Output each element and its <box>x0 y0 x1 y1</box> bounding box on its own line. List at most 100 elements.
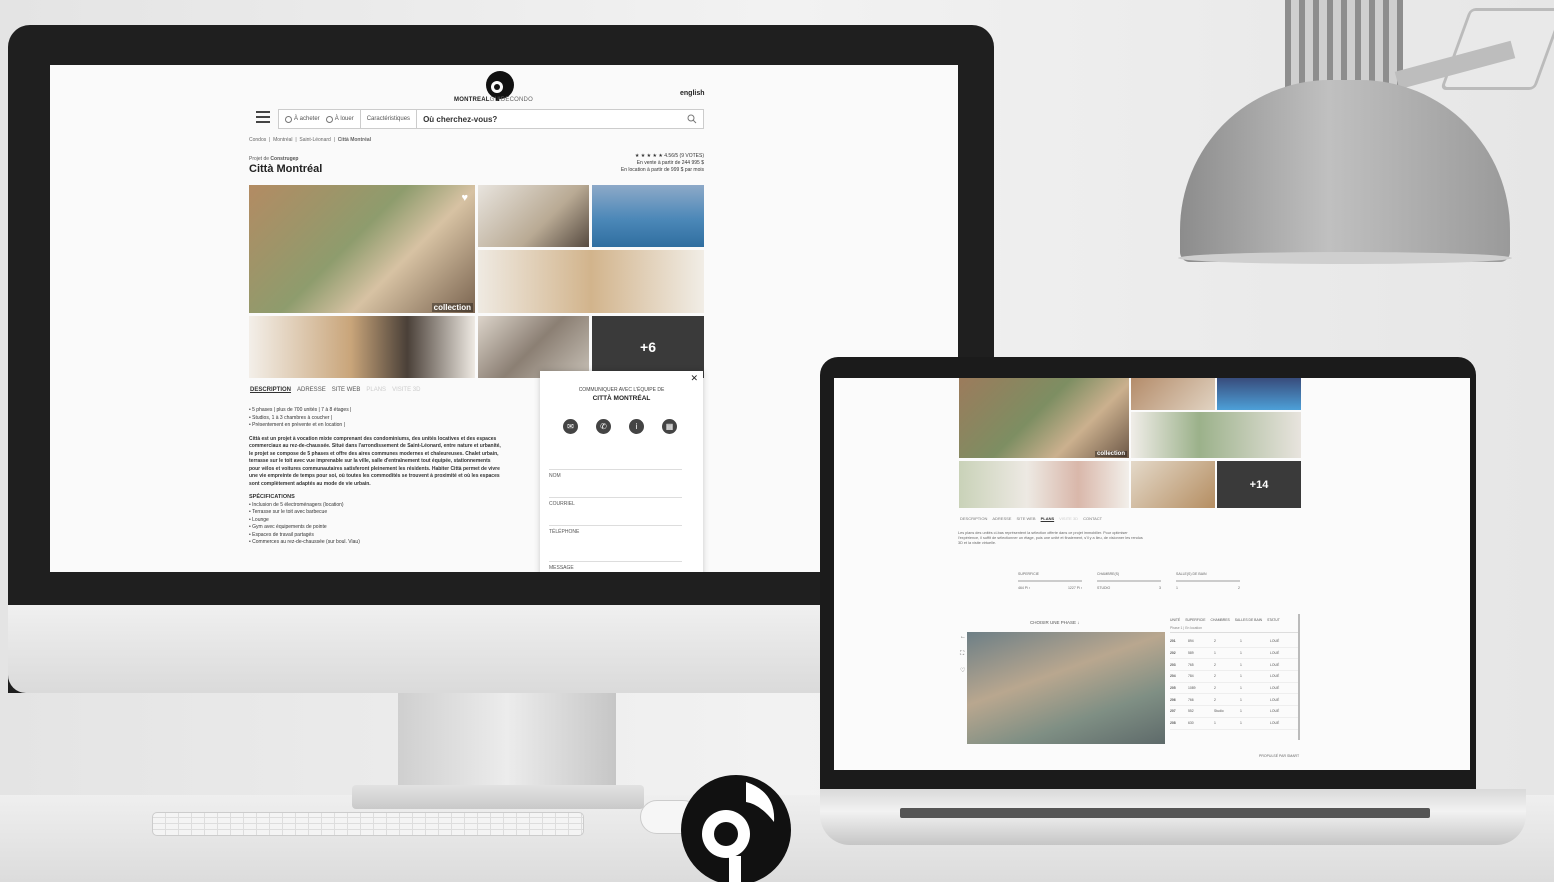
gallery-photo[interactable] <box>1131 461 1215 508</box>
gallery-photo[interactable] <box>478 250 704 313</box>
table-row[interactable]: 208 630 1 1 LOUÉ <box>1170 718 1298 730</box>
contact-heading: COMMUNIQUER AVEC L'ÉQUIPE DE <box>578 387 665 393</box>
table-cell: 1 <box>1240 639 1242 644</box>
table-cell: 204 <box>1170 674 1176 679</box>
page-title: Città Montréal <box>249 163 323 175</box>
site-brand[interactable]: MONTREALGUIDECONDO <box>454 97 533 103</box>
gallery-main-photo[interactable]: collection <box>959 378 1129 458</box>
table-cell: 1 <box>1240 662 1242 667</box>
table-cell: 2 <box>1214 639 1216 644</box>
phone-field[interactable]: TÉLÉPHONE <box>549 525 682 535</box>
phone-icon[interactable]: ✆ <box>596 419 611 434</box>
table-cell: LOUÉ <box>1270 662 1280 667</box>
fullscreen-icon[interactable]: ⛶ <box>960 651 964 658</box>
tab-contact[interactable]: CONTACT <box>1083 516 1102 521</box>
tab-address[interactable]: ADRESSE <box>992 516 1011 521</box>
gallery-photo[interactable] <box>592 185 704 247</box>
col-unit[interactable]: UNITÉ <box>1170 618 1180 622</box>
language-link[interactable]: english <box>680 90 705 97</box>
message-field[interactable]: MESSAGE <box>549 561 682 571</box>
breadcrumb-city[interactable]: Montréal <box>273 137 292 143</box>
col-bathrooms[interactable]: SALLES DE BAIN <box>1235 618 1262 622</box>
phase-select[interactable]: Phase 1 | En location <box>1170 626 1298 633</box>
table-cell: 1 <box>1240 651 1242 656</box>
bathrooms-slider[interactable]: SALLE(S) DE BAIN 1 2 <box>1176 572 1240 590</box>
table-row[interactable]: 207 552 Studio 1 LOUÉ <box>1170 706 1298 718</box>
gallery-more-button[interactable]: +14 <box>1217 461 1301 508</box>
star-icon: ★ ★ ★ ★ ★ <box>634 153 663 159</box>
calendar-icon[interactable]: ▦ <box>662 419 677 434</box>
radio-buy[interactable]: À acheter <box>285 115 320 123</box>
developer-prefix: Projet de <box>249 156 270 162</box>
name-field[interactable]: NOM <box>549 469 682 479</box>
email-field[interactable]: COURRIEL <box>549 497 682 507</box>
rent-price: En location à partir de 999 $ par mois <box>620 167 704 173</box>
table-row[interactable]: 201 894 2 1 LOUÉ <box>1170 636 1298 648</box>
table-row[interactable]: 203 765 2 1 LOUÉ <box>1170 659 1298 672</box>
list-item: Lounge <box>249 517 501 525</box>
breadcrumb-condos[interactable]: Condos <box>249 137 266 143</box>
col-bedrooms[interactable]: CHAMBRES <box>1211 618 1230 622</box>
search-input[interactable]: Où cherchez-vous? <box>423 115 687 124</box>
tab-website[interactable]: SITE WEB <box>1016 516 1035 521</box>
gallery-photo[interactable] <box>249 316 475 378</box>
area-slider[interactable]: SUPERFICIE 464 Pi ² 1227 Pi ² <box>1018 572 1082 590</box>
aerial-project-photo <box>967 632 1165 744</box>
arrow-left-icon[interactable]: ← <box>960 634 966 640</box>
chat-icon[interactable]: ✉ <box>563 419 578 434</box>
choose-phase-dropdown[interactable]: CHOISIR UNE PHASE ↓ <box>1030 620 1080 625</box>
search-icon[interactable] <box>687 114 697 124</box>
tab-plans[interactable]: PLANS <box>1041 516 1055 521</box>
info-icon[interactable]: i <box>629 419 644 434</box>
tab-address[interactable]: ADRESSE <box>297 387 326 393</box>
features-dropdown[interactable]: Caractéristiques <box>367 116 410 122</box>
gallery-photo[interactable] <box>478 316 589 378</box>
radio-rent-label: À louer <box>334 116 354 122</box>
slider-label: SUPERFICIE <box>1018 572 1040 576</box>
table-row[interactable]: 202 589 1 1 LOUÉ <box>1170 648 1298 660</box>
table-cell: 1 <box>1240 674 1242 679</box>
rating: ★ ★ ★ ★ ★ 4.56/5 (9 VOTES) <box>610 153 704 160</box>
table-row[interactable]: 204 784 2 1 LOUÉ <box>1170 671 1298 683</box>
slider-track[interactable] <box>1097 580 1161 582</box>
table-cell: 206 <box>1170 697 1176 702</box>
chevron-down-icon: ↓ <box>1077 620 1080 625</box>
heart-icon[interactable]: ♡ <box>960 667 965 674</box>
table-cell: 2 <box>1214 686 1216 691</box>
gallery-photo[interactable] <box>1131 412 1301 458</box>
collection-badge: collection <box>431 303 473 312</box>
list-item: Commerces au rez-de-chaussée (sur boul. … <box>249 539 501 547</box>
slider-min: 464 Pi ² <box>1018 586 1031 590</box>
tab-website[interactable]: SITE WEB <box>332 387 361 393</box>
radio-rent[interactable]: À louer <box>325 115 354 123</box>
gallery-photo[interactable] <box>959 461 1129 508</box>
gallery-more-button[interactable]: +6 <box>592 316 704 378</box>
heart-icon[interactable]: ♥ <box>461 192 468 204</box>
description-block: 5 phases | plus de 700 unités | 7 à 8 ét… <box>249 407 501 547</box>
tab-3d-visit[interactable]: VISITE 3D <box>1059 516 1078 521</box>
col-status[interactable]: STATUT <box>1267 618 1280 622</box>
table-scrollbar[interactable] <box>1298 614 1300 740</box>
table-cell: 1089 <box>1188 686 1196 691</box>
slider-track[interactable] <box>1176 580 1240 582</box>
breadcrumb-borough[interactable]: Saint-Léonard <box>299 137 330 143</box>
gallery-photo[interactable] <box>478 185 589 247</box>
developer-name[interactable]: Construgep <box>270 156 298 162</box>
list-item: Studios, 1 à 3 chambres à coucher | <box>249 415 501 423</box>
bedrooms-slider[interactable]: CHAMBRE(S) STUDIO 3 <box>1097 572 1161 590</box>
gallery-photo[interactable] <box>1217 378 1301 410</box>
table-row[interactable]: 206 766 2 1 LOUÉ <box>1170 694 1298 707</box>
table-cell: 1 <box>1240 721 1242 726</box>
gallery-main-photo[interactable]: ♥ collection <box>249 185 475 313</box>
slider-max: 3 <box>1159 586 1161 590</box>
col-area[interactable]: SUPERFICIE <box>1185 618 1205 622</box>
slider-track[interactable] <box>1018 580 1082 582</box>
tab-description[interactable]: DESCRIPTION <box>960 516 987 521</box>
gallery-photo[interactable] <box>1131 378 1215 410</box>
tab-description[interactable]: DESCRIPTION <box>250 387 291 393</box>
close-icon[interactable]: ✕ <box>690 373 698 384</box>
tab-3d-visit[interactable]: VISITE 3D <box>392 387 420 393</box>
table-row[interactable]: 205 1089 2 1 LOUÉ <box>1170 683 1298 695</box>
tab-plans[interactable]: PLANS <box>366 387 386 393</box>
hamburger-menu-icon[interactable] <box>256 111 270 123</box>
